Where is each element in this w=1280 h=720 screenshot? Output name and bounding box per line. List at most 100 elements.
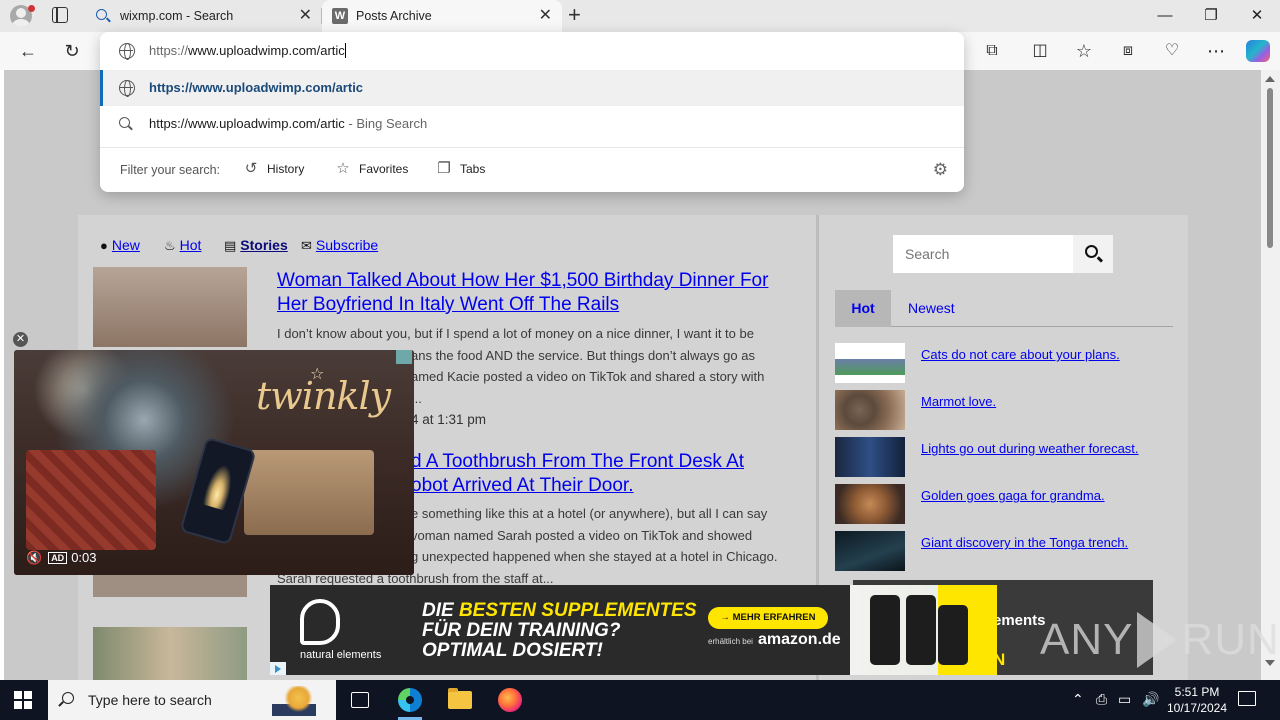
- flame-icon: ♨: [164, 238, 176, 253]
- post-title-link[interactable]: Woman Talked About How Her $1,500 Birthd…: [277, 269, 787, 317]
- restore-button[interactable]: ❐: [1188, 0, 1234, 32]
- clock-icon: ●: [100, 238, 108, 253]
- w-logo-icon: W: [332, 8, 348, 24]
- tab-newest[interactable]: Newest: [908, 290, 955, 327]
- sidebar-link[interactable]: Cats do not care about your plans.: [921, 347, 1120, 362]
- copilot-icon[interactable]: [1246, 40, 1270, 62]
- post-title-link[interactable]: d A Toothbrush From The Front Desk At ob…: [411, 450, 791, 498]
- taskbar-search-box[interactable]: Type here to search: [48, 680, 336, 720]
- banner-availability: erhältlich bei: [708, 637, 753, 646]
- edge-taskbar-button[interactable]: [386, 680, 434, 720]
- nav-stories-link[interactable]: Stories: [240, 237, 287, 253]
- address-input[interactable]: https://www.uploadwimp.com/artic: [149, 43, 346, 58]
- firefox-icon: [498, 688, 522, 712]
- sidebar-link[interactable]: Giant discovery in the Tonga trench.: [921, 535, 1128, 550]
- filter-history-label: History: [267, 162, 305, 176]
- watermark-left: ANY: [1040, 615, 1134, 664]
- device-icon[interactable]: ⎙: [1096, 691, 1107, 708]
- tab-strip: wixmp.com - Search ✕ W Posts Archive ✕ +…: [0, 0, 1280, 32]
- sidebar-thumbnail[interactable]: [835, 531, 905, 571]
- filter-favorites[interactable]: ☆ Favorites: [335, 160, 408, 178]
- file-explorer-button[interactable]: [436, 680, 484, 720]
- suggestion-url[interactable]: https://www.uploadwimp.com/artic: [100, 70, 964, 106]
- sidebar-link[interactable]: Lights go out during weather forecast.: [921, 441, 1139, 456]
- sidebar-thumbnail[interactable]: [835, 437, 905, 477]
- edge-icon: [398, 688, 422, 712]
- sidebar-search-input[interactable]: [893, 235, 1073, 273]
- favorites-star-icon[interactable]: ☆: [1070, 38, 1098, 64]
- chevron-up-icon[interactable]: ⌃: [1072, 691, 1084, 708]
- windows-start-icon[interactable]: [14, 691, 32, 709]
- collections-icon[interactable]: ⧈: [1114, 38, 1142, 64]
- task-view-button[interactable]: [336, 680, 384, 720]
- tab-wixmp-search[interactable]: wixmp.com - Search ✕: [86, 0, 322, 32]
- network-icon[interactable]: ▭: [1118, 691, 1131, 708]
- tab-hot[interactable]: Hot: [835, 290, 891, 327]
- url-typed: www.uploadwimp.com/artic: [188, 43, 345, 58]
- tab-actions-icon[interactable]: [52, 7, 68, 23]
- volume-icon[interactable]: 🔊: [1142, 691, 1159, 708]
- split-screen-icon[interactable]: ◫: [1026, 38, 1054, 64]
- page-scrollbar[interactable]: [1261, 70, 1280, 680]
- scroll-up-arrow-icon[interactable]: [1265, 76, 1275, 82]
- search-icon: [119, 117, 130, 128]
- post-title-line[interactable]: obot Arrived At Their Door.: [411, 474, 791, 498]
- tab-newest-link[interactable]: Newest: [908, 300, 955, 316]
- close-tab-icon[interactable]: ✕: [299, 0, 312, 32]
- nav-hot-link[interactable]: Hot: [180, 237, 202, 253]
- nav-subscribe-link[interactable]: Subscribe: [316, 237, 378, 253]
- tab-hot-link[interactable]: Hot: [851, 300, 874, 316]
- close-window-button[interactable]: ✕: [1234, 0, 1280, 32]
- more-menu-icon[interactable]: ⋯: [1202, 38, 1230, 64]
- nav-subscribe[interactable]: ✉ Subscribe: [301, 237, 378, 254]
- folder-icon: [448, 688, 472, 709]
- scrollbar-thumb[interactable]: [1267, 88, 1273, 248]
- filter-tabs[interactable]: ❐ Tabs: [436, 160, 485, 178]
- back-arrow-icon[interactable]: ←: [14, 38, 42, 64]
- new-tab-icon[interactable]: +: [568, 0, 581, 30]
- nav-hot[interactable]: ♨ Hot: [164, 237, 201, 254]
- post-thumbnail[interactable]: [93, 267, 247, 347]
- search-highlight-image: [272, 686, 316, 716]
- nav-new-link[interactable]: New: [112, 237, 140, 253]
- play-icon: [1137, 612, 1178, 668]
- gear-icon[interactable]: ⚙: [933, 160, 948, 180]
- bing-search-icon: [96, 9, 107, 20]
- sidebar-link[interactable]: Marmot love.: [921, 394, 996, 409]
- extensions-icon[interactable]: ⧉: [978, 38, 1006, 64]
- sidebar-link[interactable]: Golden goes gaga for grandma.: [921, 488, 1105, 503]
- banner-cta-button[interactable]: → MEHR ERFAHREN: [708, 607, 828, 629]
- globe-icon: [119, 43, 135, 60]
- video-expand-icon[interactable]: [396, 350, 412, 364]
- sidebar-thumbnail[interactable]: [835, 484, 905, 524]
- close-video-icon[interactable]: ✕: [13, 332, 28, 347]
- refresh-icon[interactable]: ↻: [58, 38, 86, 64]
- taskbar-clock[interactable]: 5:51 PM 10/17/2024: [1166, 684, 1228, 716]
- nav-stories[interactable]: ▤ Stories: [224, 237, 288, 254]
- banner-ad[interactable]: natural elements DIE BESTEN SUPPLEMENTES…: [270, 585, 997, 675]
- notifications-icon[interactable]: [1238, 691, 1256, 706]
- address-bar[interactable]: https://www.uploadwimp.com/artic: [100, 32, 964, 70]
- floating-video-ad[interactable]: ☆ twinkly 🔇 AD 0:03: [14, 350, 414, 575]
- sidebar-thumbnail[interactable]: [835, 343, 905, 383]
- post-title-line[interactable]: d A Toothbrush From The Front Desk At: [411, 450, 791, 474]
- firefox-taskbar-button[interactable]: [486, 680, 534, 720]
- envelope-icon: ✉: [301, 238, 312, 253]
- tab-posts-archive[interactable]: W Posts Archive ✕: [322, 0, 562, 32]
- sidebar-search-button[interactable]: [1073, 235, 1113, 273]
- close-tab-icon[interactable]: ✕: [539, 0, 552, 32]
- search-icon: [1085, 245, 1098, 258]
- sidebar-thumbnail[interactable]: [835, 390, 905, 430]
- browser-essentials-icon[interactable]: ♡: [1158, 38, 1186, 64]
- adchoices-icon[interactable]: [270, 662, 286, 675]
- nav-new[interactable]: ● New: [100, 237, 140, 253]
- minimize-button[interactable]: —: [1142, 0, 1188, 32]
- bottle-image: [906, 595, 936, 665]
- post-thumbnail[interactable]: [93, 627, 247, 680]
- filter-history[interactable]: ↺ History: [243, 160, 305, 178]
- mute-icon[interactable]: 🔇: [26, 550, 42, 565]
- excerpt-line: I don’t know about you, but if I spend a…: [277, 326, 754, 341]
- star-icon: ☆: [336, 160, 350, 177]
- suggestion-bing-search[interactable]: https://www.uploadwimp.com/artic - Bing …: [100, 106, 964, 142]
- post-thumbnail[interactable]: [93, 575, 247, 597]
